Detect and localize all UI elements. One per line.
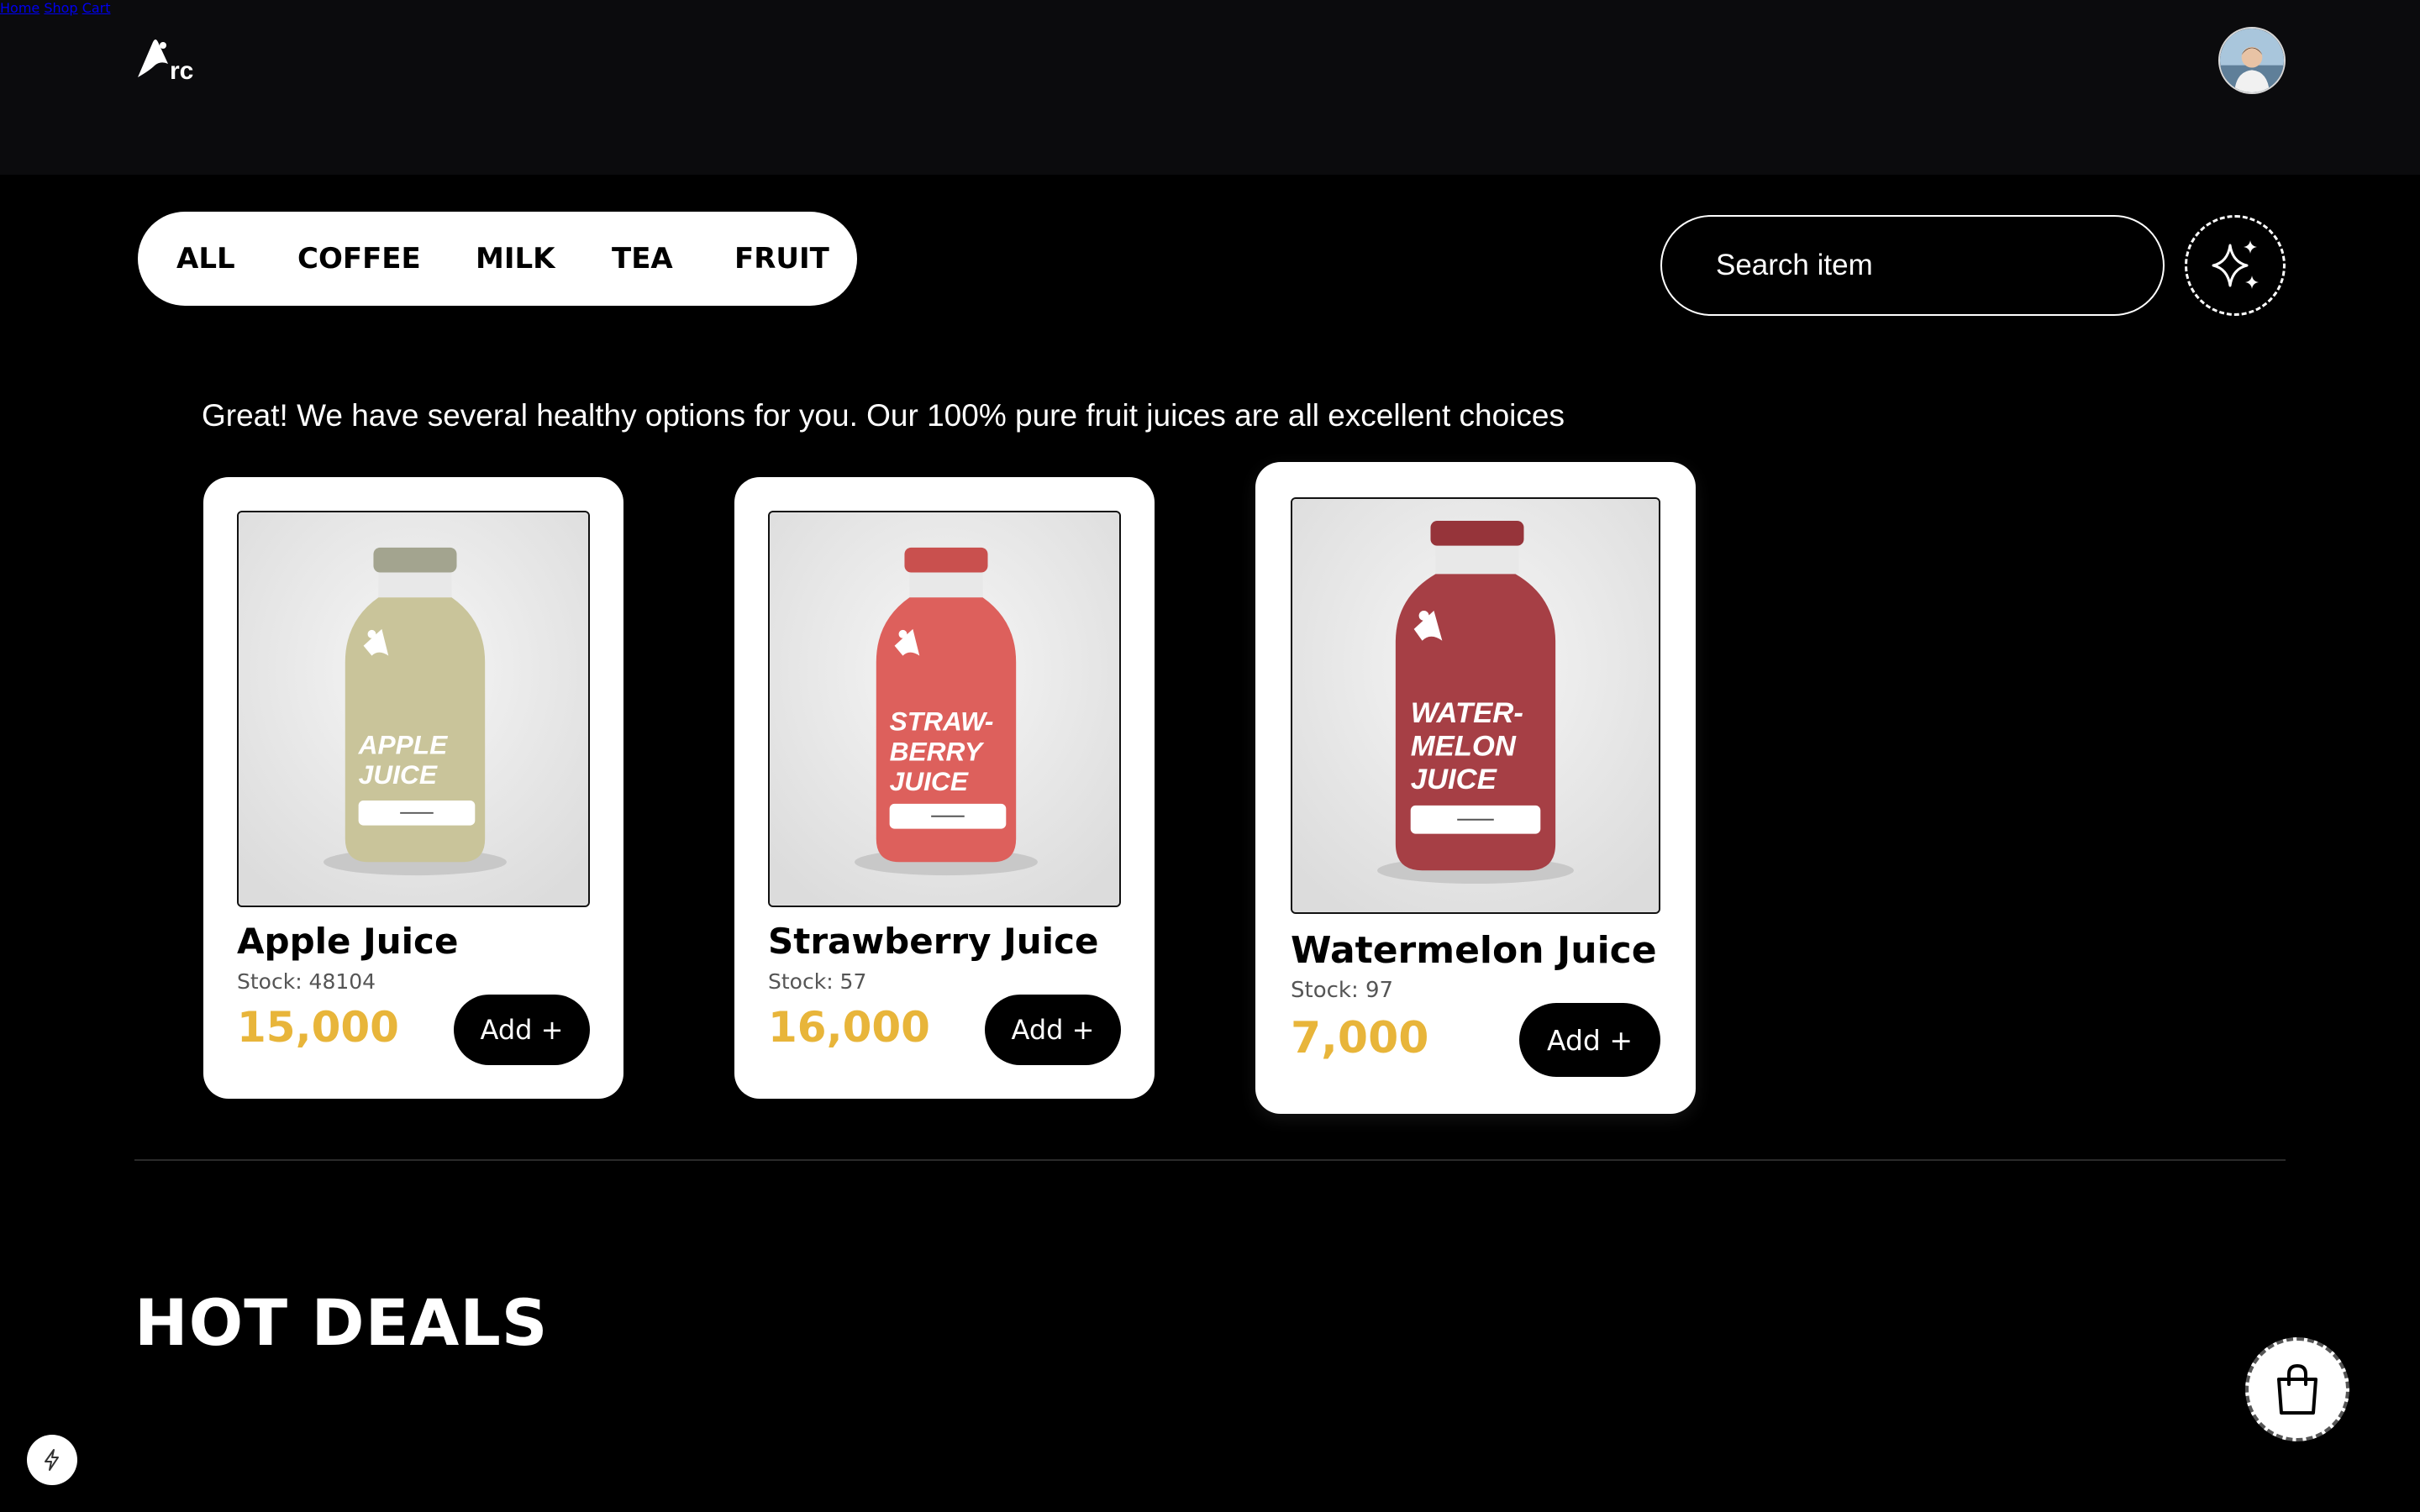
- product-image: STRAW- BERRY JUICE: [768, 511, 1121, 907]
- nav-home-link[interactable]: Home: [0, 0, 39, 16]
- svg-text:JUICE: JUICE: [1411, 764, 1497, 795]
- hot-deals-heading: HOT DEALS: [134, 1285, 549, 1360]
- floating-cart-button[interactable]: [2245, 1337, 2349, 1441]
- add-to-cart-button[interactable]: Add +: [1519, 1003, 1660, 1077]
- user-avatar-image: [2220, 29, 2284, 92]
- user-avatar[interactable]: [2218, 27, 2286, 94]
- svg-text:rc: rc: [170, 57, 193, 84]
- juice-bottle-image: STRAW- BERRY JUICE: [770, 512, 1119, 906]
- filter-coffee[interactable]: COFFEE: [297, 212, 421, 306]
- product-stock: Stock: 57: [768, 969, 867, 994]
- lightning-bolt-icon: [45, 1449, 59, 1471]
- nav-shop-link[interactable]: Shop: [44, 0, 77, 16]
- svg-text:BERRY: BERRY: [890, 736, 985, 766]
- category-filter-bar: ALL COFFEE MILK TEA FRUIT: [138, 212, 857, 306]
- search-input[interactable]: [1716, 217, 2136, 314]
- add-to-cart-button[interactable]: Add +: [454, 995, 590, 1065]
- svg-text:STRAW-: STRAW-: [890, 706, 994, 737]
- svg-text:JUICE: JUICE: [359, 759, 438, 790]
- filter-all[interactable]: ALL: [176, 212, 235, 306]
- section-divider: [134, 1159, 2286, 1161]
- recommendation-message: Great! We have several healthy options f…: [202, 398, 1565, 433]
- product-price: 15,000: [237, 1003, 399, 1052]
- product-price: 16,000: [768, 1003, 930, 1052]
- product-stock: Stock: 97: [1291, 978, 1394, 1003]
- filter-fruit[interactable]: FRUIT: [734, 212, 829, 306]
- product-image: APPLE JUICE: [237, 511, 590, 907]
- svg-text:APPLE: APPLE: [358, 729, 449, 759]
- arc-logo[interactable]: rc: [134, 37, 210, 84]
- product-card-strawberry-juice[interactable]: STRAW- BERRY JUICE Strawberry Juice Stoc…: [734, 477, 1155, 1099]
- top-navigation-bar: rc Home Shop Cart: [0, 0, 2420, 175]
- product-stock: Stock: 48104: [237, 969, 376, 994]
- product-name: Strawberry Juice: [768, 921, 1099, 962]
- svg-text:JUICE: JUICE: [890, 766, 969, 796]
- filter-tea[interactable]: TEA: [612, 212, 673, 306]
- dev-tools-button[interactable]: [27, 1435, 77, 1485]
- nav-cart-link[interactable]: Cart: [82, 0, 111, 16]
- product-name: Watermelon Juice: [1291, 929, 1657, 972]
- product-name: Apple Juice: [237, 921, 459, 962]
- product-price: 7,000: [1291, 1013, 1429, 1063]
- svg-text:WATER-: WATER-: [1411, 697, 1523, 729]
- product-image: WATER- MELON JUICE: [1291, 497, 1660, 914]
- product-card-watermelon-juice[interactable]: WATER- MELON JUICE Watermelon Juice Stoc…: [1255, 462, 1696, 1114]
- shopping-bag-icon: [2277, 1363, 2317, 1415]
- juice-bottle-image: APPLE JUICE: [239, 512, 588, 906]
- arc-logo-icon: rc: [138, 39, 193, 84]
- svg-text:MELON: MELON: [1411, 730, 1517, 762]
- search-box: [1660, 215, 2165, 316]
- juice-bottle-image: WATER- MELON JUICE: [1292, 499, 1659, 912]
- product-card-apple-juice[interactable]: APPLE JUICE Apple Juice Stock: 48104 15,…: [203, 477, 623, 1099]
- sparkles-icon: [2212, 240, 2259, 289]
- ai-suggest-button[interactable]: [2185, 215, 2286, 316]
- add-to-cart-button[interactable]: Add +: [985, 995, 1121, 1065]
- filter-milk[interactable]: MILK: [476, 212, 555, 306]
